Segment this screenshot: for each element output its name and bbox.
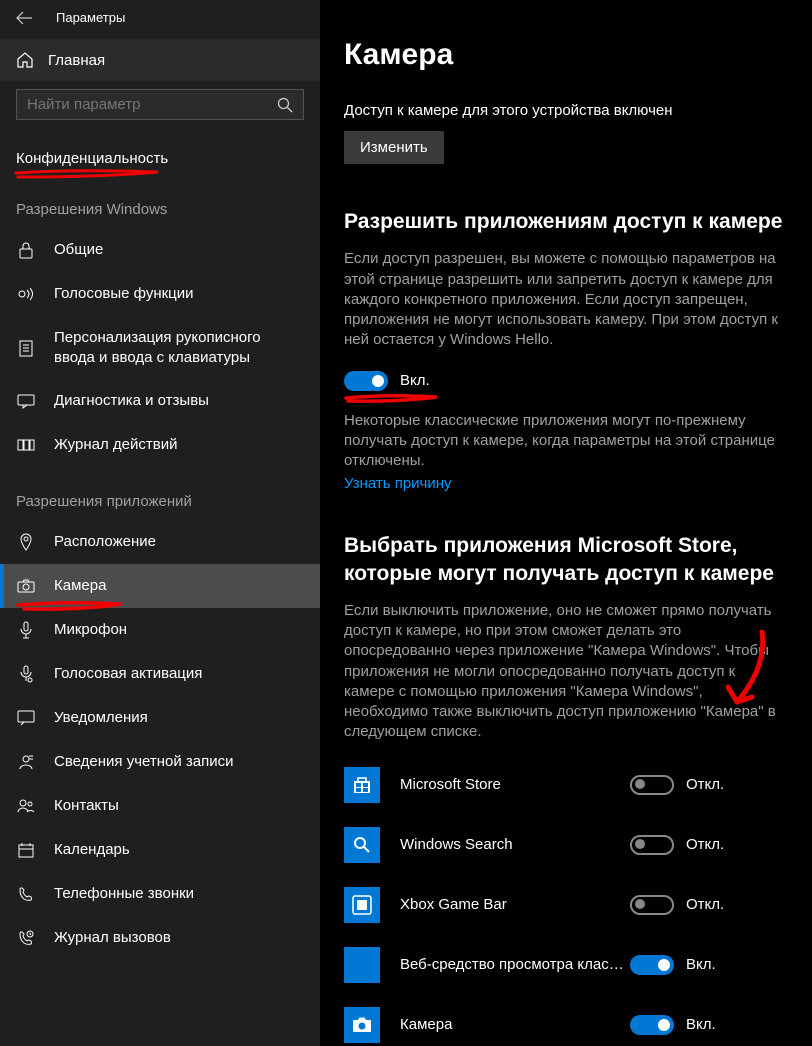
section-choose-apps-title: Выбрать приложения Microsoft Store, кото… <box>344 532 788 587</box>
app-name: Microsoft Store <box>400 776 630 793</box>
annotation-underline-camera <box>16 600 124 614</box>
app-icon <box>344 827 380 863</box>
calendar-icon <box>16 840 36 860</box>
sidebar: Параметры Главная Конфиденциальность Раз… <box>0 0 320 1046</box>
app-toggle-label: Откл. <box>686 776 724 793</box>
location-icon <box>16 532 36 552</box>
sidebar-item-inking[interactable]: Персонализация рукописного ввода и ввода… <box>0 316 320 379</box>
app-toggle-label: Вкл. <box>686 1016 716 1033</box>
app-row: Microsoft Store Откл. <box>344 767 788 803</box>
learn-more-link[interactable]: Узнать причину <box>344 475 452 492</box>
speech-icon <box>16 284 36 304</box>
home-button[interactable]: Главная <box>0 39 320 81</box>
sidebar-item-general[interactable]: Общие <box>0 228 320 272</box>
voice-activation-icon <box>16 664 36 684</box>
app-row: Веб-средство просмотра классиче... Вкл. <box>344 947 788 983</box>
app-icon <box>344 887 380 923</box>
group-windows-permissions: Разрешения Windows <box>0 175 320 228</box>
section-allow-apps-title: Разрешить приложениям доступ к камере <box>344 208 788 235</box>
app-toggle-wrap: Откл. <box>630 835 740 855</box>
sidebar-item-notifications[interactable]: Уведомления <box>0 696 320 740</box>
app-toggle-label: Откл. <box>686 836 724 853</box>
sidebar-item-diagnostics[interactable]: Диагностика и отзывы <box>0 379 320 423</box>
app-icon <box>344 767 380 803</box>
change-button[interactable]: Изменить <box>344 131 444 164</box>
back-button[interactable] <box>16 11 32 25</box>
annotation-underline <box>14 169 160 179</box>
app-toggle[interactable] <box>630 835 674 855</box>
app-name: Веб-средство просмотра классиче... <box>400 956 630 973</box>
section-choose-apps-desc: Если выключить приложение, оно не сможет… <box>344 601 788 743</box>
phone-icon <box>16 884 36 904</box>
home-icon <box>16 51 34 69</box>
app-toggle[interactable] <box>630 775 674 795</box>
sidebar-item-phone-calls[interactable]: Телефонные звонки <box>0 872 320 916</box>
call-history-icon <box>16 928 36 948</box>
main-toggle-row: Вкл. <box>344 371 788 391</box>
allow-apps-toggle-label: Вкл. <box>400 372 430 389</box>
sidebar-item-voice-activation[interactable]: Голосовая активация <box>0 652 320 696</box>
apps-list: Microsoft Store Откл. Windows Search Отк… <box>344 767 788 1046</box>
search-icon <box>277 97 293 113</box>
page-title: Камера <box>344 38 788 72</box>
app-toggle[interactable] <box>630 1015 674 1035</box>
app-toggle-label: Откл. <box>686 896 724 913</box>
app-toggle-label: Вкл. <box>686 956 716 973</box>
feedback-icon <box>16 391 36 411</box>
app-name: Xbox Game Bar <box>400 896 630 913</box>
access-status-text: Доступ к камере для этого устройства вкл… <box>344 102 788 119</box>
search-box[interactable] <box>16 89 304 120</box>
sidebar-item-account-info[interactable]: Сведения учетной записи <box>0 740 320 784</box>
app-row: Камера Вкл. <box>344 1007 788 1043</box>
app-toggle-wrap: Откл. <box>630 775 740 795</box>
home-label: Главная <box>48 52 105 69</box>
camera-icon <box>16 576 36 596</box>
search-container <box>0 81 320 132</box>
classic-apps-note: Некоторые классические приложения могут … <box>344 411 788 472</box>
app-row: Xbox Game Bar Откл. <box>344 887 788 923</box>
app-toggle-wrap: Вкл. <box>630 1015 740 1035</box>
notifications-icon <box>16 708 36 728</box>
privacy-heading: Конфиденциальность <box>0 132 320 175</box>
window-title: Параметры <box>56 10 125 25</box>
app-toggle-wrap: Откл. <box>630 895 740 915</box>
sidebar-item-calendar[interactable]: Календарь <box>0 828 320 872</box>
app-toggle[interactable] <box>630 895 674 915</box>
app-toggle-wrap: Вкл. <box>630 955 740 975</box>
sidebar-item-call-history[interactable]: Журнал вызовов <box>0 916 320 960</box>
annotation-underline-toggle <box>344 393 440 405</box>
history-icon <box>16 435 36 455</box>
sidebar-item-speech[interactable]: Голосовые функции <box>0 272 320 316</box>
app-name: Камера <box>400 1016 630 1033</box>
app-row: Windows Search Откл. <box>344 827 788 863</box>
sidebar-item-location[interactable]: Расположение <box>0 520 320 564</box>
microphone-icon <box>16 620 36 640</box>
group-app-permissions: Разрешения приложений <box>0 467 320 520</box>
app-toggle[interactable] <box>630 955 674 975</box>
account-icon <box>16 752 36 772</box>
clipboard-icon <box>16 338 36 358</box>
search-input[interactable] <box>27 96 277 113</box>
allow-apps-toggle[interactable] <box>344 371 388 391</box>
main-content: Камера Доступ к камере для этого устройс… <box>320 0 812 1046</box>
contacts-icon <box>16 796 36 816</box>
section-allow-apps-desc: Если доступ разрешен, вы можете с помощь… <box>344 249 788 350</box>
app-icon <box>344 947 380 983</box>
lock-icon <box>16 240 36 260</box>
sidebar-item-microphone[interactable]: Микрофон <box>0 608 320 652</box>
header: Параметры <box>0 0 320 39</box>
app-icon <box>344 1007 380 1043</box>
app-name: Windows Search <box>400 836 630 853</box>
sidebar-item-contacts[interactable]: Контакты <box>0 784 320 828</box>
sidebar-item-activity-history[interactable]: Журнал действий <box>0 423 320 467</box>
